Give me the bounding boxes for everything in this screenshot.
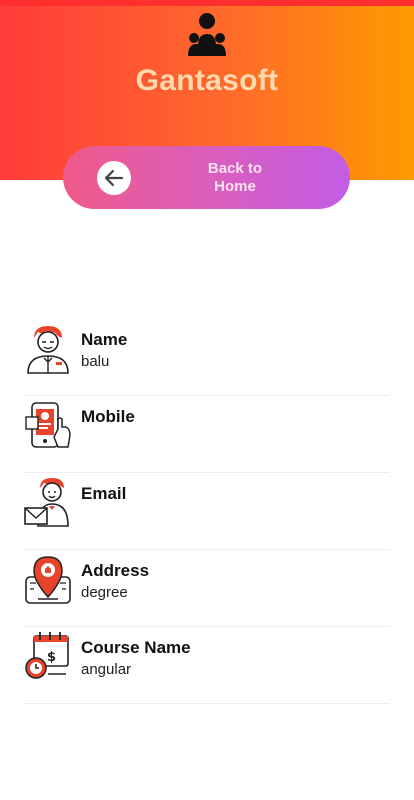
list-item-address: Address degree	[24, 549, 390, 627]
location-pin-icon	[25, 556, 71, 604]
email-icon	[24, 478, 69, 527]
course-calendar-icon: $	[25, 632, 69, 679]
field-label: Name	[81, 330, 128, 349]
list-item-course-name: $ Course Name angular	[24, 626, 390, 704]
field-value: balu	[81, 353, 110, 370]
person-icon	[27, 326, 69, 374]
field-value: angular	[81, 661, 132, 678]
mobile-phone-icon	[25, 402, 71, 448]
back-label-line2: Home	[214, 178, 256, 195]
field-label: Mobile	[81, 407, 135, 426]
app-title: Gantasoft	[135, 64, 279, 97]
list-item-name: Name balu	[24, 318, 390, 396]
field-label: Course Name	[81, 638, 191, 657]
field-label: Email	[81, 484, 127, 503]
arrow-left-icon	[104, 169, 124, 187]
list-item-mobile: Mobile	[24, 395, 390, 473]
user-group-icon	[188, 13, 226, 56]
field-label: Address	[81, 561, 150, 580]
list-item-email: Email	[24, 472, 390, 550]
svg-text:$: $	[47, 650, 56, 665]
field-value: degree	[81, 584, 128, 601]
back-button-label: Back to Home	[175, 160, 295, 196]
status-bar	[0, 0, 414, 6]
back-circle[interactable]	[97, 161, 131, 195]
back-label-line1: Back to	[207, 160, 263, 177]
back-to-home-button[interactable]: Back to Home	[63, 146, 350, 209]
